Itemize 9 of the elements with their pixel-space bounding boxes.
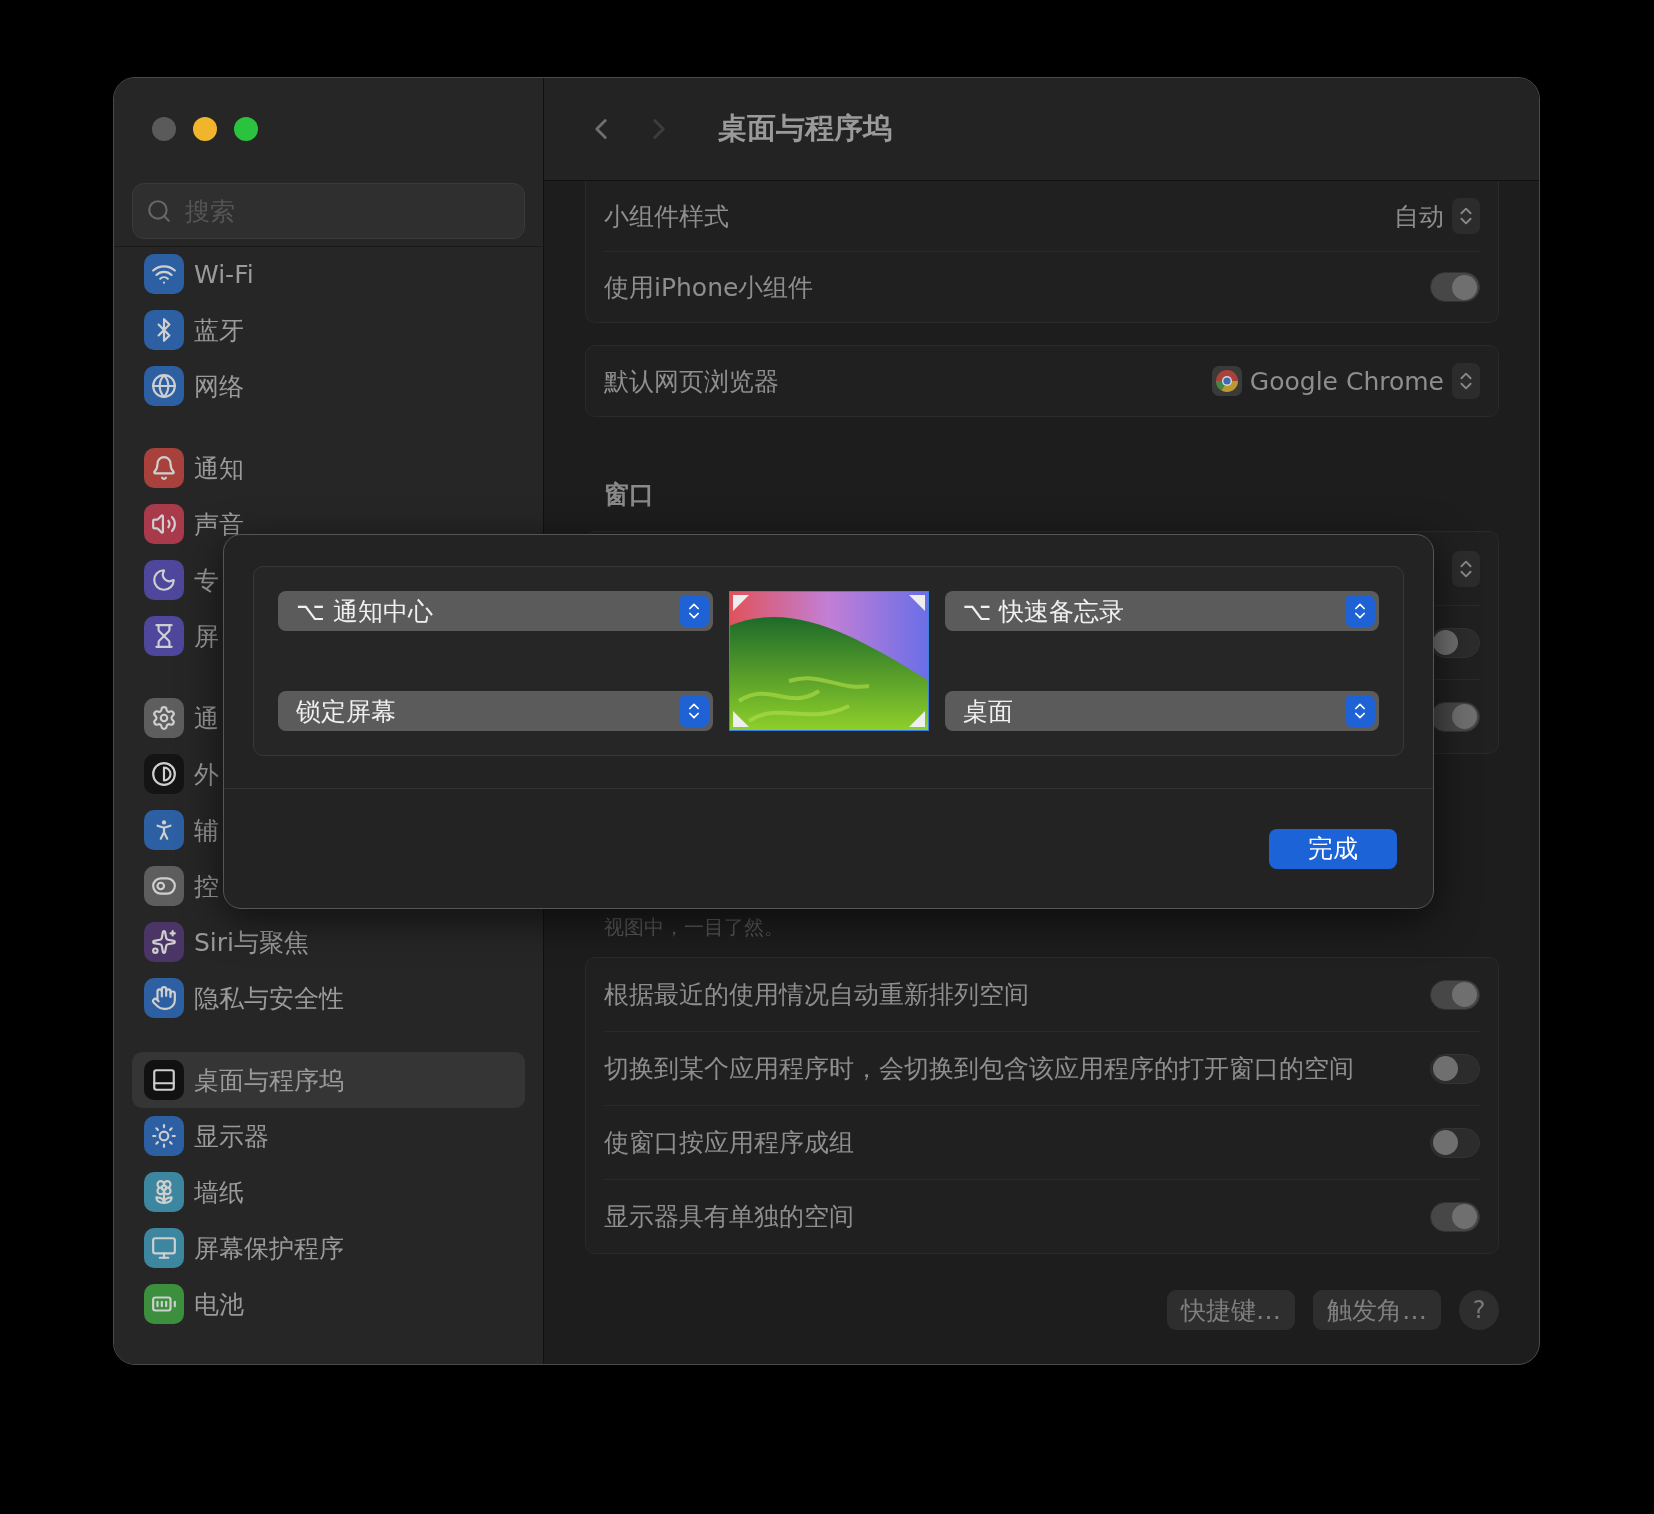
setting-label: 小组件样式 <box>604 200 729 233</box>
section-heading: 窗口 <box>604 479 655 511</box>
setting-label: 使用iPhone小组件 <box>604 271 814 304</box>
setting-label: 切换到某个应用程序时，会切换到包含该应用程序的打开窗口的空间 <box>604 1053 1354 1085</box>
setting-label: 显示器具有单独的空间 <box>604 1201 854 1233</box>
window-title: 桌面与程序坞 <box>718 110 892 147</box>
setting-label: 根据最近的使用情况自动重新排列空间 <box>604 979 1029 1011</box>
setting-label: 默认网页浏览器 <box>604 365 779 398</box>
setting-label: 使窗口按应用程序成组 <box>604 1127 854 1159</box>
